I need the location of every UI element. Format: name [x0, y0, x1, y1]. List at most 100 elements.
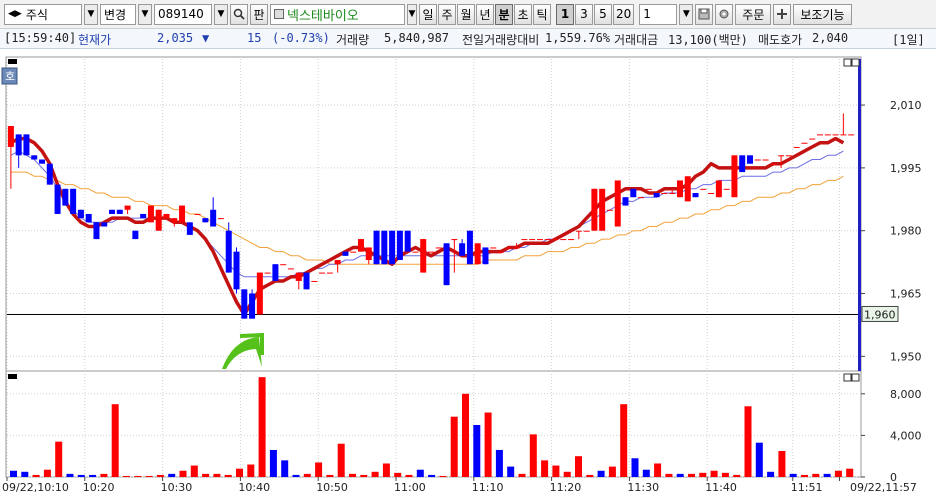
price-chart[interactable]: 2,0101,9951,9801,9651,9508,0004,000009/2…: [0, 49, 936, 496]
volume-bar: [721, 472, 729, 477]
volume-bar: [66, 473, 74, 477]
period-button-3[interactable]: 년: [476, 3, 494, 25]
volume-bar: [620, 404, 628, 477]
stock-name-dropdown-icon[interactable]: ▼: [407, 3, 417, 25]
volume-bar: [89, 474, 97, 477]
candle-body: [350, 251, 357, 253]
period-button-2[interactable]: 월: [457, 3, 475, 25]
candle-body: [817, 134, 824, 136]
interval-button-2[interactable]: 5: [594, 3, 612, 25]
candle-body: [552, 239, 559, 241]
time-tick-label: 10:20: [83, 481, 115, 494]
period-button-0[interactable]: 일: [419, 3, 437, 25]
volume-bar: [416, 469, 424, 477]
volume-bar: [326, 474, 334, 477]
volume-bar: [575, 456, 582, 477]
candle-body: [54, 184, 61, 214]
volume-bar: [812, 473, 820, 477]
order-button[interactable]: 주문: [735, 3, 772, 25]
interval-button-3[interactable]: 20: [613, 3, 635, 25]
prev-ratio-label: 전일거래량대비: [462, 33, 540, 47]
aux-functions-button[interactable]: 보조기능: [793, 3, 852, 25]
price-panel-handle-icon[interactable]: [8, 59, 17, 64]
candle-body: [684, 176, 691, 202]
candle-body: [575, 230, 582, 232]
period-button-6[interactable]: 틱: [533, 3, 551, 25]
candle-body: [715, 180, 722, 198]
volume-panel-minimize-icon[interactable]: [843, 373, 852, 382]
candle-body: [739, 155, 746, 173]
candle-body: [505, 247, 512, 249]
stock-code-input[interactable]: 089140: [154, 3, 212, 25]
market-type-dropdown-icon[interactable]: ▼: [84, 3, 98, 25]
current-price: 2,035: [157, 31, 194, 45]
volume-bar: [462, 393, 469, 477]
candle-body: [77, 209, 84, 219]
save-button[interactable]: [695, 3, 714, 25]
candle-body: [389, 230, 396, 265]
candle-body: [101, 222, 108, 227]
volume-bar: [642, 469, 650, 477]
period-button-5[interactable]: 초: [514, 3, 532, 25]
candle-body: [591, 188, 598, 231]
time-tick-label: 10:50: [316, 481, 348, 494]
volume-bar: [529, 434, 537, 477]
mode-dropdown-icon[interactable]: ▼: [138, 3, 152, 25]
candle-body: [708, 193, 715, 195]
price-panel-close-icon[interactable]: [851, 58, 860, 67]
volume-panel-close-icon[interactable]: [851, 373, 860, 382]
add-indicator-button[interactable]: [773, 3, 792, 25]
stock-name-field[interactable]: 넥스테바이오: [270, 3, 405, 25]
volume-bar: [111, 404, 119, 477]
search-button[interactable]: [230, 3, 248, 25]
prev-ratio-value: 1,559.76%: [545, 31, 611, 45]
interval-button-1[interactable]: 3: [575, 3, 593, 25]
candle-body: [311, 280, 318, 282]
count-input[interactable]: 1: [639, 3, 678, 25]
chart-toolbar: ◀▶ 주식 ▼ 변경 ▼ 089140 ▼ 판 넥스테바이오 ▼ 일주월년분초틱…: [0, 0, 936, 29]
price-tick-label: 1,995: [890, 162, 922, 175]
candle-body: [459, 243, 466, 256]
candle-body: [163, 213, 170, 219]
candle-body: [536, 239, 543, 241]
price-tick-label: 1,965: [890, 288, 922, 301]
candle-body: [124, 205, 131, 210]
interval-button-0[interactable]: 1: [556, 3, 574, 25]
candle-body: [186, 222, 193, 235]
pan-label: 판: [253, 7, 265, 22]
period-button-4[interactable]: 분: [495, 3, 513, 25]
candle-body: [443, 243, 450, 286]
volume-bar: [224, 474, 232, 477]
price-tick-label: 1,950: [890, 350, 922, 363]
volume-bar: [834, 470, 842, 477]
volume-bar: [213, 473, 221, 477]
pan-button[interactable]: 판: [250, 3, 268, 25]
volume-bar: [190, 465, 198, 477]
price-panel: [5, 56, 862, 372]
time-tick-label: 10:30: [161, 481, 193, 494]
price-change-pct: (-0.73%): [272, 31, 330, 45]
mode-select[interactable]: 변경: [100, 3, 136, 25]
volume-bar: [179, 470, 187, 477]
market-type-select[interactable]: ◀▶ 주식: [4, 3, 82, 25]
volume-panel-handle-icon[interactable]: [8, 374, 17, 379]
candle-body: [210, 209, 217, 227]
candle-body: [373, 230, 380, 265]
amount-value: 13,100(백만): [668, 33, 748, 47]
candle-body: [23, 134, 30, 156]
candle-body: [614, 180, 621, 227]
volume-bar: [168, 473, 176, 477]
code-dropdown-icon[interactable]: ▼: [214, 3, 228, 25]
volume-bar: [360, 474, 368, 477]
settings-button[interactable]: [715, 3, 734, 25]
volume-bar: [405, 474, 413, 477]
market-type-toggle-icon: ◀▶: [8, 9, 22, 19]
volume-tick-label: 4,000: [890, 429, 922, 442]
price-panel-minimize-icon[interactable]: [843, 58, 852, 67]
candle-body: [832, 134, 839, 136]
count-dropdown-icon[interactable]: ▼: [679, 3, 694, 25]
candle-body: [606, 209, 613, 211]
period-button-1[interactable]: 주: [438, 3, 456, 25]
volume-bar: [371, 471, 379, 477]
candle-body: [692, 193, 699, 198]
